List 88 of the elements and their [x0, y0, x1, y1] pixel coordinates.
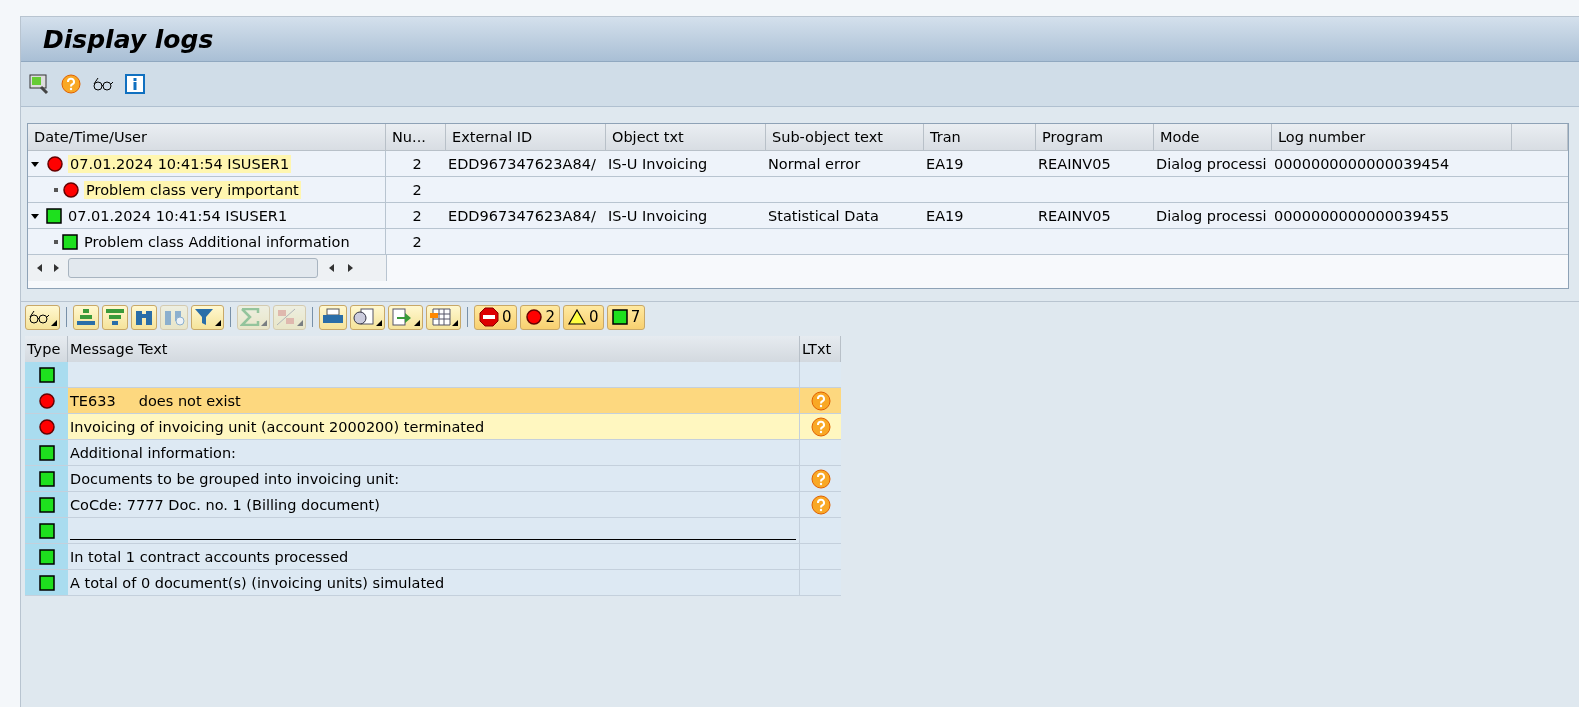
window-title: Display logs [43, 24, 214, 54]
caret-icon [297, 319, 303, 326]
expand-toggle[interactable] [28, 159, 42, 168]
table-cell: REAINV05 [1036, 151, 1154, 177]
table-cell: EA19 [924, 151, 1036, 177]
error-status-icon [524, 308, 543, 326]
layout-grid-icon [429, 308, 451, 326]
filter-icon [194, 308, 214, 326]
help-icon [810, 494, 831, 515]
tree-node-text[interactable]: 07.01.2024 10:41:54 ISUSER1 [68, 154, 292, 173]
help-icon [810, 416, 831, 437]
expand-toggle[interactable] [28, 211, 42, 220]
table-cell: EDD967347623A84/ [446, 151, 606, 177]
table-cell: Normal error [766, 151, 924, 177]
help-icon [810, 468, 831, 489]
bullet-icon [54, 239, 58, 244]
table-cell: IS-U Invoicing [606, 151, 766, 177]
table-cell: 2 [386, 229, 446, 255]
long-text-button[interactable] [808, 492, 833, 517]
column-header[interactable]: Message Text [68, 336, 800, 362]
column-header[interactable]: Tran [924, 124, 1036, 151]
long-text-button[interactable] [808, 388, 833, 413]
binoculars-icon [134, 308, 154, 326]
table-cell: 2 [386, 203, 446, 229]
column-header[interactable]: Log number [1272, 124, 1512, 151]
message-text: Documents to be grouped into invoicing unit: [68, 466, 800, 492]
caret-icon [376, 319, 382, 326]
table-cell: 2 [386, 177, 446, 203]
table-cell: Dialog processi [1154, 151, 1272, 177]
caret-icon [261, 319, 267, 326]
subtotal-icon [276, 308, 296, 326]
table-cell: Dialog processi [1154, 203, 1272, 229]
message-text: Additional information: [68, 440, 800, 466]
caret-icon [51, 319, 57, 326]
caret-icon [215, 319, 221, 326]
table-cell: 0000000000000039454 [1272, 151, 1512, 177]
sort-descending-icon [105, 308, 125, 326]
warning-triangle-icon [568, 309, 587, 325]
sort-ascending-icon [76, 308, 96, 326]
sigma-icon [240, 308, 260, 326]
table-cell: EDD967347623A84/ [446, 203, 606, 229]
info-icon [125, 74, 145, 94]
column-header[interactable]: Mode [1154, 124, 1272, 151]
message-text: Invoicing of invoicing unit (account 2000200) terminated [68, 414, 800, 440]
toolbar-button[interactable] [27, 72, 51, 96]
help-icon [61, 74, 81, 94]
table-cell: 2 [386, 151, 446, 177]
printer-icon [322, 308, 344, 326]
tree-node-text[interactable]: Problem class very important [84, 180, 301, 199]
message-count-button[interactable]: 0 [563, 304, 604, 330]
column-header[interactable]: Program [1036, 124, 1154, 151]
table-cell: Statistical Data [766, 203, 924, 229]
glasses-icon [28, 309, 50, 325]
message-count-button[interactable]: 7 [606, 304, 646, 330]
table-cell: IS-U Invoicing [606, 203, 766, 229]
column-header [1512, 124, 1568, 151]
column-header[interactable]: Type [25, 336, 68, 362]
glasses-icon [92, 76, 114, 92]
column-header[interactable]: LTxt [800, 336, 841, 362]
long-text-button[interactable] [808, 414, 833, 439]
scrollbar-thumb[interactable] [68, 258, 318, 278]
message-text: CoCde: 7777 Doc. no. 1 (Billing document) [68, 492, 800, 518]
message-text: A total of 0 document(s) (invoicing units) simulated [68, 570, 800, 596]
column-header[interactable]: Sub-object text [766, 124, 924, 151]
table-cell: 0000000000000039455 [1272, 203, 1512, 229]
message-text: TE633 does not exist [68, 388, 800, 414]
toolbar-button[interactable] [25, 304, 60, 330]
help-icon [810, 390, 831, 411]
message-text: In total 1 contract accounts processed [68, 544, 800, 570]
column-header[interactable]: Nu... [386, 124, 446, 151]
message-count-button[interactable]: 2 [519, 304, 561, 330]
export-icon [391, 308, 413, 326]
column-header[interactable]: Object txt [606, 124, 766, 151]
binoculars-plus-icon [163, 308, 185, 326]
success-status-icon [611, 309, 628, 325]
stop-sign-icon [479, 307, 499, 327]
toolbar-button[interactable] [350, 304, 385, 330]
long-text-button[interactable] [808, 466, 833, 491]
horizontal-scrollbar[interactable] [28, 255, 387, 281]
table-cell: EA19 [924, 203, 1036, 229]
monitor-magnifier-icon [28, 73, 50, 95]
caret-icon [414, 319, 420, 326]
views-icon [353, 308, 375, 326]
column-header[interactable]: External ID [446, 124, 606, 151]
column-header[interactable]: Date/Time/User [28, 124, 386, 151]
table-cell: REAINV05 [1036, 203, 1154, 229]
message-count-button[interactable]: 0 [474, 304, 517, 330]
bullet-icon [54, 187, 58, 192]
